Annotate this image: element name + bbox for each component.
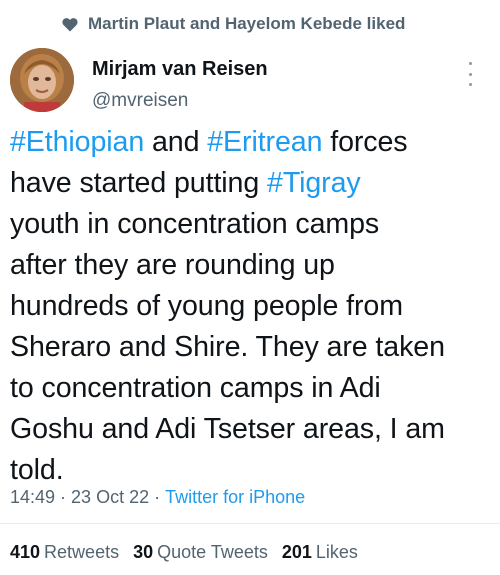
tweet-line: have started putting #Tigray — [10, 163, 495, 204]
avatar[interactable] — [10, 48, 74, 112]
quote-tweets-stat[interactable]: 30 Quote Tweets — [133, 542, 268, 563]
social-context: Martin Plaut and Hayelom Kebede liked — [62, 14, 405, 34]
retweets-label: Retweets — [44, 542, 120, 562]
retweets-count: 410 — [10, 542, 41, 562]
tweet-meta: 14:49 · 23 Oct 22 · Twitter for iPhone — [10, 487, 305, 508]
hashtag-link[interactable]: #Tigray — [267, 167, 361, 199]
divider — [0, 523, 500, 524]
author-handle[interactable]: @mvreisen — [92, 90, 188, 112]
hashtag-link[interactable]: #Eritrean — [207, 126, 322, 158]
tweet-time[interactable]: 14:49 — [10, 487, 55, 508]
tweet-text-segment: hundreds of young people from — [10, 290, 403, 322]
meta-separator: · — [60, 487, 67, 507]
more-icon[interactable] — [460, 62, 480, 86]
tweet-text-segment: to concentration camps in Adi — [10, 372, 381, 404]
quote-tweets-count: 30 — [133, 542, 154, 562]
heart-icon — [62, 17, 78, 31]
tweet-header: Mirjam van Reisen @mvreisen — [10, 48, 490, 118]
author-name[interactable]: Mirjam van Reisen — [92, 58, 268, 81]
hashtag-link[interactable]: #Ethiopian — [10, 126, 144, 158]
tweet-text-segment: and — [144, 126, 208, 158]
tweet-text-segment: after they are rounding up — [10, 249, 335, 281]
tweet-line: Sheraro and Shire. They are taken — [10, 327, 495, 368]
meta-separator: · — [154, 487, 161, 507]
likes-label: Likes — [315, 542, 358, 562]
tweet-text: #Ethiopian and #Eritrean forces have star… — [10, 122, 495, 491]
tweet-line: Goshu and Adi Tsetser areas, I am — [10, 409, 495, 450]
tweet-text-segment: Goshu and Adi Tsetser areas, I am — [10, 413, 445, 445]
social-context-text[interactable]: Martin Plaut and Hayelom Kebede liked — [88, 14, 405, 34]
tweet-text-segment: told. — [10, 454, 64, 486]
tweet-stats: 410 Retweets 30 Quote Tweets 201 Likes — [10, 542, 358, 563]
likes-count: 201 — [281, 542, 312, 562]
tweet-text-segment: have started putting — [10, 167, 268, 199]
tweet-source[interactable]: Twitter for iPhone — [165, 487, 305, 508]
tweet-line: to concentration camps in Adi — [10, 368, 495, 409]
tweet-text-segment: Sheraro and Shire. They are taken — [10, 331, 445, 363]
tweet-line: hundreds of young people from — [10, 286, 495, 327]
tweet-line: told. — [10, 450, 495, 491]
retweets-stat[interactable]: 410 Retweets — [10, 542, 119, 563]
tweet-text-segment: forces — [322, 126, 408, 158]
quote-tweets-label: Quote Tweets — [157, 542, 268, 562]
tweet-line: after they are rounding up — [10, 245, 495, 286]
tweet-line: #Ethiopian and #Eritrean forces — [10, 122, 495, 163]
tweet-text-segment: youth in concentration camps — [10, 208, 380, 240]
tweet-date[interactable]: 23 Oct 22 — [71, 487, 149, 508]
likes-stat[interactable]: 201 Likes — [282, 542, 358, 563]
tweet-line: youth in concentration camps — [10, 204, 495, 245]
